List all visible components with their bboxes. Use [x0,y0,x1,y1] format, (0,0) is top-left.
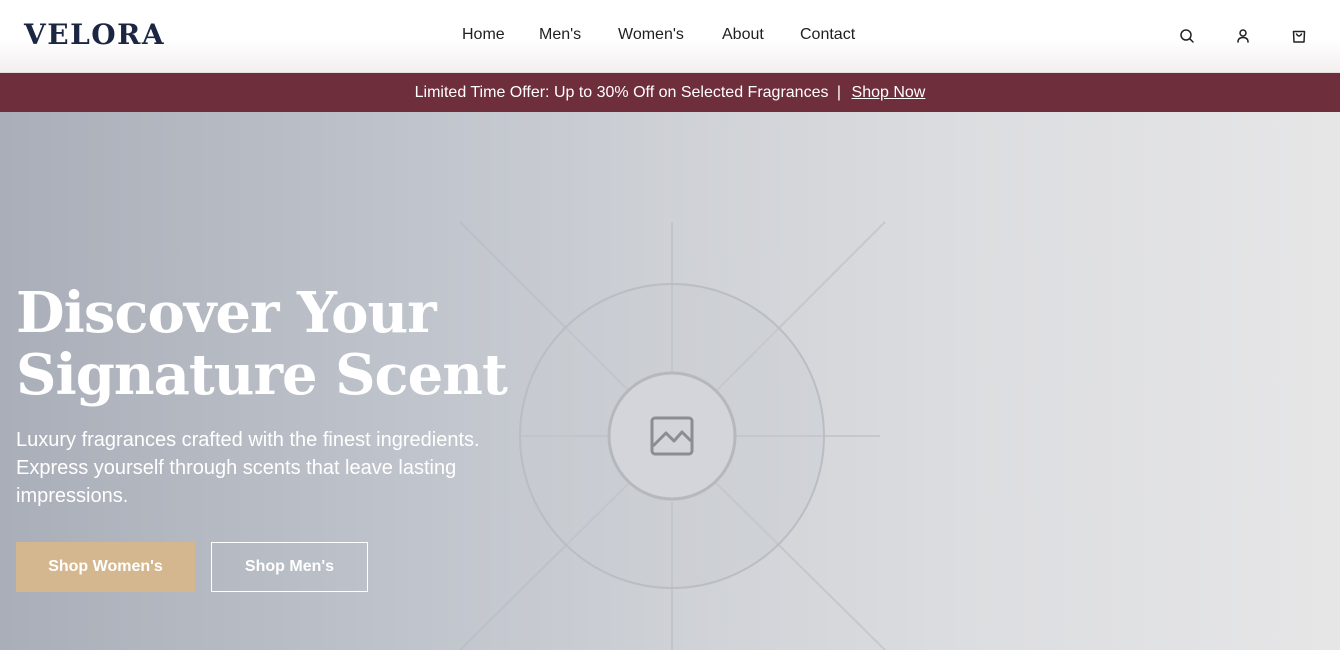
nav-item-womens[interactable]: Women's [618,26,684,44]
site-header: VELORA Home Men's Women's About Contact [0,0,1340,73]
shop-mens-button[interactable]: Shop Men's [211,542,368,592]
shop-womens-button[interactable]: Shop Women's [16,542,195,592]
main-nav: Home Men's Women's About Contact [0,26,1340,50]
nav-item-mens[interactable]: Men's [539,26,581,44]
hero-section: Discover Your Signature Scent Luxury fra… [0,112,1340,650]
nav-item-home[interactable]: Home [462,26,505,44]
nav-item-about[interactable]: About [722,26,764,44]
hero-subtitle: Luxury fragrances crafted with the fines… [16,429,480,507]
hero-title-line-1: Discover Your [16,280,437,346]
hero-title-line-2: Signature Scent [16,342,508,408]
promo-separator: | [836,84,842,101]
nav-item-contact[interactable]: Contact [800,26,855,44]
user-icon[interactable] [1234,27,1252,45]
hero-title: Discover Your Signature Scent [16,282,536,406]
promo-text: Limited Time Offer: Up to 30% Off on Sel… [414,84,829,101]
shopping-bag-icon[interactable] [1290,27,1308,45]
search-icon[interactable] [1178,27,1196,45]
image-icon [650,416,694,456]
promo-shop-now-link[interactable]: Shop Now [852,84,926,101]
promo-banner: Limited Time Offer: Up to 30% Off on Sel… [0,73,1340,112]
